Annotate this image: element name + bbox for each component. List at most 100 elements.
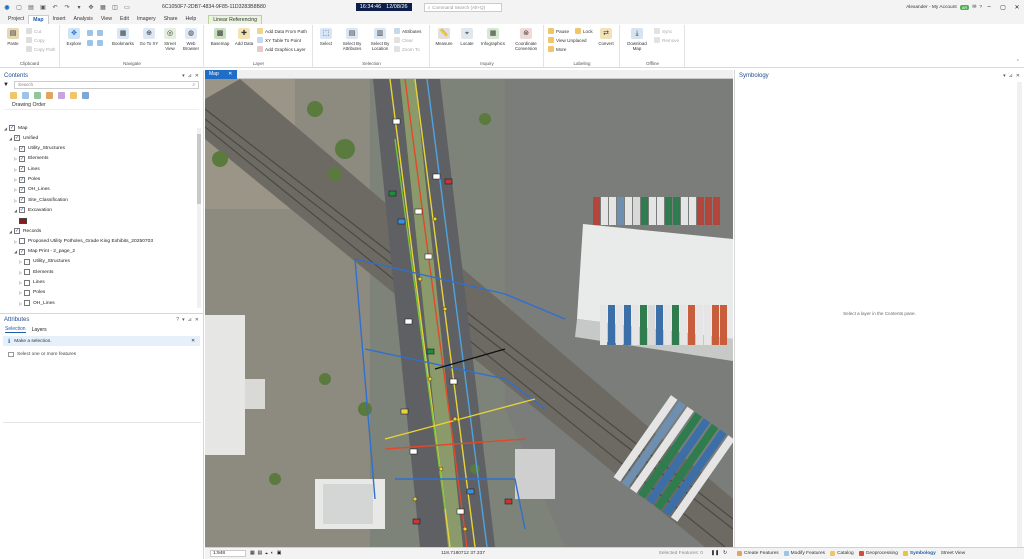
layer-row[interactable]: ◢Map Print - 2_page_2: [14, 247, 75, 257]
paste-button[interactable]: ▤ Paste: [3, 28, 23, 46]
tab-share[interactable]: Share: [160, 15, 182, 24]
view-unplaced-button[interactable]: View Unplaced: [548, 36, 587, 44]
list-by-perspective-icon[interactable]: [82, 91, 89, 99]
layer-visibility-checkbox[interactable]: [19, 186, 25, 193]
nav-tools-2[interactable]: [87, 39, 105, 47]
layer-row[interactable]: ◢Excavation: [14, 205, 52, 215]
contents-close-icon[interactable]: ✕: [195, 73, 199, 79]
goto-xy-button[interactable]: ⊕ Go To XY: [139, 28, 159, 46]
close-icon[interactable]: ✕: [1010, 4, 1024, 11]
extra-icon-3[interactable]: ◫: [110, 2, 120, 12]
sync-button[interactable]: Sync: [654, 27, 672, 35]
layer-visibility-checkbox[interactable]: [24, 300, 30, 307]
pane-options-icon[interactable]: ▾: [182, 73, 185, 79]
layer-visibility-checkbox[interactable]: [24, 279, 30, 286]
layer-visibility-checkbox[interactable]: [24, 258, 30, 265]
list-by-drawing-order-icon[interactable]: [10, 91, 17, 99]
copy-path-button[interactable]: Copy Path: [26, 45, 55, 53]
attributes-close-icon[interactable]: ✕: [195, 317, 199, 323]
excavation-symbol-swatch-row[interactable]: [19, 216, 27, 226]
layer-visibility-checkbox[interactable]: [14, 228, 20, 234]
layer-visibility-checkbox[interactable]: [19, 155, 25, 162]
tab-edit[interactable]: Edit: [116, 15, 133, 24]
layer-visibility-checkbox[interactable]: [19, 176, 25, 183]
attributes-help-icon[interactable]: ?: [176, 317, 179, 323]
snapping-icon[interactable]: ⌖: [265, 551, 268, 557]
add-data-button[interactable]: ✚ Add Data: [234, 28, 254, 46]
layer-visibility-checkbox[interactable]: [19, 248, 25, 255]
select-by-attributes-button[interactable]: ▤ Select By Attributes: [339, 28, 365, 51]
xy-table-button[interactable]: XY Table To Point: [257, 36, 301, 44]
save-icon[interactable]: ▣: [38, 2, 48, 12]
list-by-editing-icon[interactable]: [46, 91, 53, 99]
layer-row[interactable]: ▷Site_Classification: [14, 195, 68, 205]
layer-row[interactable]: ▷Poles: [19, 288, 45, 298]
extra-icon-4[interactable]: ▭: [122, 2, 132, 12]
layer-visibility-checkbox[interactable]: [9, 125, 15, 131]
add-data-from-path-button[interactable]: Add Data From Path: [257, 27, 307, 35]
tab-insert[interactable]: Insert: [49, 15, 70, 24]
copy-button[interactable]: Copy: [26, 36, 45, 44]
cut-button[interactable]: Cut: [26, 27, 41, 35]
tab-help[interactable]: Help: [182, 15, 201, 24]
bookmarks-button[interactable]: ▦ Bookmarks: [111, 28, 135, 46]
select-by-location-button[interactable]: ▥ Select By Location: [367, 28, 393, 51]
scale-lock-icon[interactable]: ▦: [250, 551, 255, 557]
pin-icon[interactable]: ⊿: [188, 73, 192, 79]
redo-icon[interactable]: ↷: [62, 2, 72, 12]
minimize-icon[interactable]: –: [982, 4, 996, 10]
symbology-pin-icon[interactable]: ⊿: [1009, 73, 1013, 79]
excavation-swatch[interactable]: [19, 217, 27, 224]
layer-row[interactable]: ▷Elements: [14, 154, 48, 164]
street-view-button[interactable]: ◎ Street View: [160, 28, 180, 51]
layer-visibility-checkbox[interactable]: [19, 197, 25, 204]
customize-icon[interactable]: ▾: [74, 2, 84, 12]
layer-row[interactable]: ◢Unified: [9, 133, 38, 143]
coordinate-conversion-button[interactable]: ⊛ Coordinate Conversion: [511, 28, 541, 51]
tab-street-view[interactable]: Street View: [941, 551, 965, 556]
tab-linear-referencing[interactable]: Linear Referencing: [208, 15, 263, 24]
extra-icon-2[interactable]: ▦: [98, 2, 108, 12]
new-project-icon[interactable]: ▢: [14, 2, 24, 12]
pause-drawing-icon[interactable]: ❚❚: [711, 551, 719, 556]
info-close-icon[interactable]: ✕: [191, 339, 195, 344]
contents-scrollbar[interactable]: [197, 128, 201, 308]
convert-button[interactable]: ⇄ Convert: [596, 28, 616, 46]
rotation-icon[interactable]: ◐: [271, 551, 274, 557]
layer-visibility-checkbox[interactable]: [19, 145, 25, 152]
tab-project[interactable]: Project: [4, 15, 28, 24]
web-browser-button[interactable]: ◍ Web Browser: [181, 28, 201, 51]
layer-visibility-checkbox[interactable]: [24, 289, 30, 296]
open-icon[interactable]: ▤: [26, 2, 36, 12]
infographics-button[interactable]: ▦ Infographics: [479, 28, 507, 46]
attributes-pin-icon[interactable]: ⊿: [188, 317, 192, 323]
clear-selection-button[interactable]: Clear: [394, 36, 413, 44]
refresh-icon[interactable]: ↻: [723, 551, 727, 556]
list-by-selection-icon[interactable]: [34, 91, 41, 99]
symbology-options-icon[interactable]: ▾: [1003, 73, 1006, 79]
contents-search-input[interactable]: Search ⌕: [14, 81, 199, 89]
nav-tools[interactable]: [87, 29, 105, 37]
layer-row[interactable]: ▷ Proposed Utility Potholes_Grade King Ex…: [14, 236, 153, 246]
tab-catalog[interactable]: Catalog: [830, 551, 854, 556]
map-view-tab[interactable]: Map ✕: [205, 70, 237, 79]
locate-button[interactable]: ⌖ Locate: [457, 28, 477, 46]
select-button[interactable]: ⬚ Select: [316, 28, 336, 46]
tab-view[interactable]: View: [97, 15, 116, 24]
layer-visibility-checkbox[interactable]: [24, 269, 30, 276]
lock-labels-button[interactable]: Lock: [575, 27, 593, 35]
tab-modify-features[interactable]: Modify Features: [783, 551, 825, 556]
grid-icon[interactable]: ▤: [258, 551, 263, 557]
layer-row[interactable]: ▷Utility_Structures: [19, 257, 70, 267]
layer-row[interactable]: ▷Elements: [19, 267, 53, 277]
tab-create-features[interactable]: Create Features: [737, 551, 779, 556]
tab-analysis[interactable]: Analysis: [70, 15, 97, 24]
extra-icon-1[interactable]: ✥: [86, 2, 96, 12]
measure-button[interactable]: 📏 Measure: [433, 28, 455, 46]
layer-row[interactable]: ▷Poles: [14, 175, 40, 185]
undo-icon[interactable]: ↶: [50, 2, 60, 12]
layer-row[interactable]: ◢Records: [9, 226, 41, 236]
layer-row[interactable]: ◢Map: [4, 123, 28, 133]
download-map-button[interactable]: ⤓ Download Map: [624, 28, 650, 51]
user-account[interactable]: Alexander - My Account AR ✉ ?: [906, 4, 982, 10]
